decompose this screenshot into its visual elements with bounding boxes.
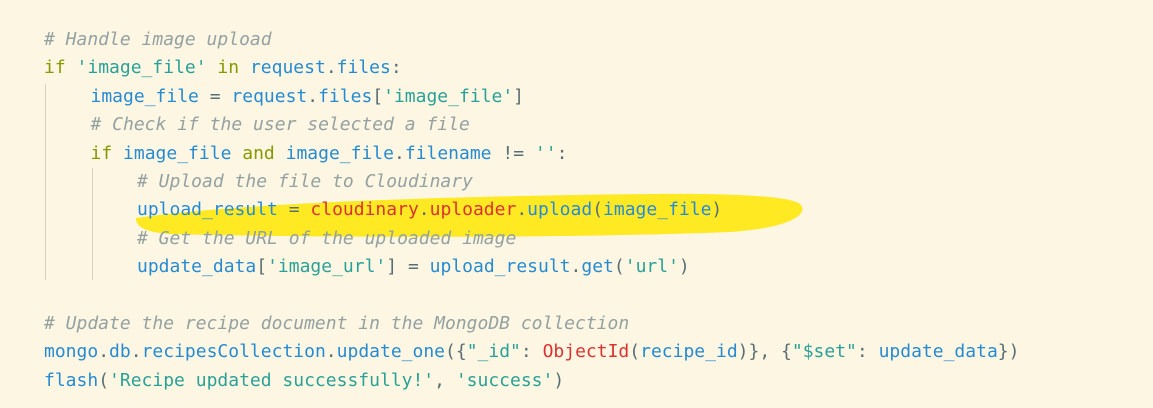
code-line: mongo.db.recipesCollection.update_one({"… [44,338,1019,366]
code-token: , [434,369,456,391]
code-token: db [109,341,131,363]
code-token: ObjectId [542,341,630,363]
code-token: # Handle image upload [44,29,272,50]
code-token: # Check if the user selected a file [90,114,470,136]
code-token: . [307,85,319,107]
code-token: ( [98,369,110,391]
code-token: and [242,142,275,164]
code-line: # Get the URL of the uploaded image [137,225,516,253]
code-token: request [231,85,308,107]
code-token: # Upload the file to Cloudinary [137,171,473,192]
code-line: update_data['image_url'] = upload_result… [137,253,690,281]
code-token: . [325,341,337,363]
code-token: . [570,256,582,278]
code-token: files [336,57,391,79]
code-token: get [581,256,614,278]
code-token: . [516,199,528,221]
code-token: . [418,199,430,221]
code-token: update_one [336,341,446,363]
code-line: if image_file and image_file.filename !=… [91,140,568,168]
code-token: [ [372,85,384,107]
code-token: : [856,341,879,363]
code-line: # Update the recipe document in the Mong… [44,310,629,338]
code-line: # Check if the user selected a file [91,111,470,139]
code-token: flash [44,369,99,391]
code-token: 'image_file' [76,57,207,79]
code-editor[interactable]: # Handle image upload if 'image_file' in … [0,0,1153,408]
code-token: }) [997,341,1020,363]
code-token: upload_result [429,256,571,278]
code-token: . [325,57,337,79]
code-token: update_data [137,256,257,278]
code-token: image_file [603,199,712,221]
code-line: flash('Recipe updated successfully!', 's… [44,367,564,395]
code-token: [ [256,256,268,278]
code-line: # Handle image upload [44,26,272,54]
code-token: . [393,142,405,164]
code-token: ({ [445,341,467,363]
code-token: 'image_url' [267,256,387,278]
code-token: 'image_file' [383,85,514,107]
code-token: in [217,57,240,79]
code-token: filename [404,142,492,164]
code-token: cloudinary [310,199,419,221]
code-token: != [491,142,535,164]
code-token: 'success' [455,369,554,391]
code-token: : [520,341,543,363]
code-token: recipesCollection [141,341,326,363]
code-token: image_file [90,85,199,107]
code-token: image_file [123,142,232,164]
code-token: "$set" [791,341,857,363]
code-token: if [90,142,113,164]
code-token: ) [678,256,690,278]
code-token: ] = [386,256,430,278]
code-token: upload_result [137,199,278,221]
code-token: ( [592,199,604,221]
code-token: uploader [429,199,517,221]
code-token: : [556,142,568,164]
code-token: mongo [44,341,99,363]
code-token: = [277,199,311,221]
code-line: image_file = request.files['image_file'] [91,83,525,111]
code-token: ( [629,341,641,363]
code-token: ( [613,256,625,278]
indent-guide [45,84,46,280]
code-token: ] [513,85,525,107]
code-token: update_data [878,341,998,363]
code-token: 'Recipe updated successfully!' [109,369,435,391]
indent-guide [92,168,93,280]
code-token: ) [711,199,723,221]
code-token: : [390,57,402,79]
code-token: '' [534,142,557,164]
code-token: # Get the URL of the uploaded image [137,227,517,249]
code-token: "_id" [466,341,521,363]
code-token: # Update the recipe document in the Mong… [44,313,630,334]
code-token: . [130,341,142,363]
code-token: files [318,85,373,107]
code-token: ) [553,369,565,391]
code-token: )}, { [737,341,792,363]
code-token: if [44,57,66,79]
code-token: 'url' [624,256,679,278]
code-token: upload [527,199,593,221]
code-token: . [98,341,110,363]
code-line: # Upload the file to Cloudinary [137,168,473,196]
code-token: = [198,85,232,107]
code-line: upload_result = cloudinary.uploader.uplo… [137,196,722,224]
code-token: recipe_id [640,341,738,363]
code-token: request [249,57,326,79]
code-line: if 'image_file' in request.files: [44,54,402,82]
code-token: image_file [285,142,394,164]
